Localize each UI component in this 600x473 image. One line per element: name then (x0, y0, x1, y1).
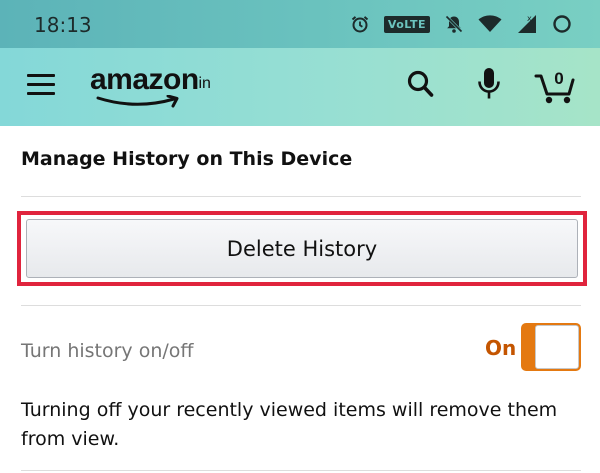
search-icon[interactable] (406, 68, 436, 105)
history-description: Turning off your recently viewed items w… (21, 399, 558, 450)
notifications-off-icon (444, 14, 464, 34)
logo-suffix: .in (194, 75, 211, 92)
signal-icon: x (516, 13, 538, 35)
toggle-knob (535, 325, 579, 369)
section-title: Manage History on This Device (21, 148, 353, 170)
status-time: 18:13 (34, 13, 92, 37)
history-toggle[interactable] (521, 323, 581, 371)
menu-icon[interactable] (27, 74, 55, 96)
logo-text: amazon (90, 63, 199, 96)
history-toggle-state: On (485, 336, 517, 360)
divider (21, 305, 581, 306)
cart-count: 0 (554, 69, 563, 88)
amazon-logo[interactable]: amazon .in (90, 61, 230, 111)
divider (21, 196, 581, 197)
delete-history-button[interactable]: Delete History (26, 219, 578, 278)
history-toggle-label: Turn history on/off (21, 340, 194, 362)
alarm-icon (350, 14, 370, 34)
app-header: amazon .in 0 (0, 48, 600, 126)
logo-smile-icon (96, 95, 179, 108)
divider (21, 470, 581, 471)
data-saver-icon (552, 14, 572, 34)
status-bar: 18:13 VoLTE x (0, 0, 600, 48)
svg-text:x: x (527, 14, 532, 23)
wifi-icon (478, 14, 502, 34)
status-icons: VoLTE x (350, 10, 572, 38)
microphone-icon[interactable] (476, 66, 502, 109)
volte-icon: VoLTE (383, 15, 430, 33)
cart-icon[interactable]: 0 (534, 62, 578, 111)
